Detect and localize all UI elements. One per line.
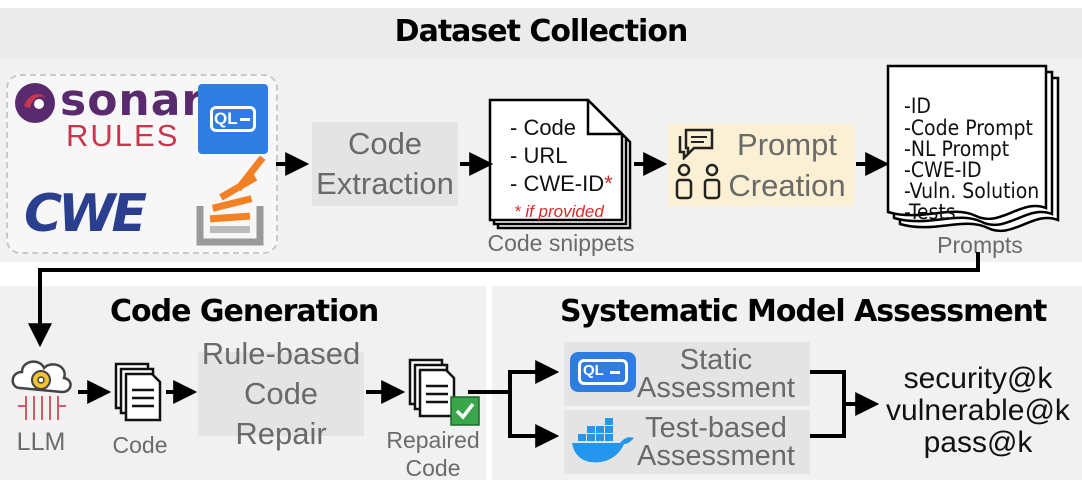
flow-arrows (28, 152, 980, 448)
arrow-to-static (508, 360, 560, 392)
arrow-prompts-to-llm (28, 252, 980, 348)
arrow-to-test (508, 392, 560, 448)
